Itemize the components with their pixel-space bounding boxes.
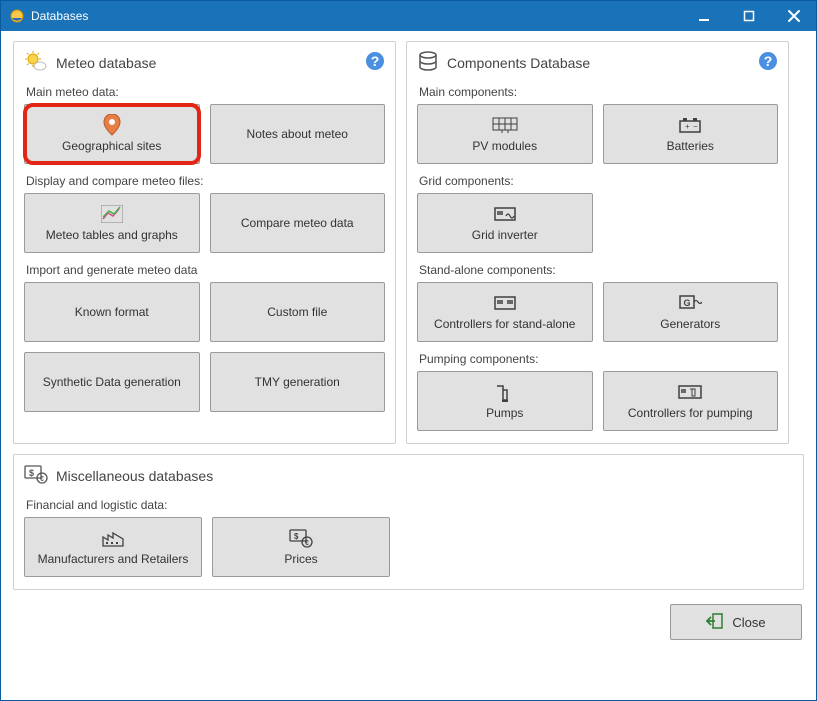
close-button[interactable]: Close xyxy=(670,604,802,640)
help-icon: ? xyxy=(365,51,385,71)
meteo-import-label: Import and generate meteo data xyxy=(26,263,385,277)
pumps-button[interactable]: Pumps xyxy=(417,371,593,431)
button-label: TMY generation xyxy=(255,375,340,389)
battery-icon: +− xyxy=(678,115,702,135)
batteries-button[interactable]: +− Batteries xyxy=(603,104,779,164)
button-label: Prices xyxy=(284,552,317,566)
close-label: Close xyxy=(732,615,765,630)
tmy-generation-button[interactable]: TMY generation xyxy=(210,352,386,412)
prices-button[interactable]: $ € Prices xyxy=(212,517,390,577)
button-label: Grid inverter xyxy=(472,228,538,242)
meteo-main-label: Main meteo data: xyxy=(26,85,385,99)
geographical-sites-button[interactable]: Geographical sites xyxy=(24,104,200,164)
button-label: Controllers for pumping xyxy=(628,406,753,420)
compare-meteo-data-button[interactable]: Compare meteo data xyxy=(210,193,386,253)
button-label: Known format xyxy=(75,305,149,319)
help-meteo[interactable]: ? xyxy=(365,51,385,74)
svg-text:€: € xyxy=(40,476,44,483)
svg-text:?: ? xyxy=(764,53,773,69)
sun-icon xyxy=(24,50,48,75)
meteo-display-label: Display and compare meteo files: xyxy=(26,174,385,188)
database-icon xyxy=(417,50,439,75)
standalone-components-label: Stand-alone components: xyxy=(419,263,778,277)
help-icon: ? xyxy=(758,51,778,71)
custom-file-button[interactable]: Custom file xyxy=(210,282,386,342)
controllers-standalone-button[interactable]: Controllers for stand-alone xyxy=(417,282,593,342)
content-area: Meteo database ? Main meteo data: xyxy=(1,31,816,700)
button-label: Meteo tables and graphs xyxy=(46,228,178,242)
button-label: Batteries xyxy=(667,139,714,153)
app-icon xyxy=(9,8,25,24)
solar-panel-icon xyxy=(492,115,518,135)
components-panel: Components Database ? Main components: xyxy=(406,41,789,444)
button-label: Custom file xyxy=(267,305,327,319)
known-format-button[interactable]: Known format xyxy=(24,282,200,342)
pv-modules-button[interactable]: PV modules xyxy=(417,104,593,164)
svg-text:$: $ xyxy=(29,468,34,478)
misc-title: Miscellaneous databases xyxy=(56,468,213,484)
components-header: Components Database ? xyxy=(417,50,778,75)
controller-icon xyxy=(493,293,517,313)
pump-controller-icon xyxy=(677,382,703,402)
generator-icon: G xyxy=(678,293,702,313)
maximize-button[interactable] xyxy=(726,1,771,31)
exit-icon xyxy=(706,612,724,633)
svg-text:$: $ xyxy=(294,532,299,541)
button-label: Compare meteo data xyxy=(241,216,354,230)
window-title: Databases xyxy=(31,9,88,23)
grid-components-label: Grid components: xyxy=(419,174,778,188)
button-label: Manufacturers and Retailers xyxy=(38,552,189,566)
svg-text:−: − xyxy=(693,122,698,131)
misc-header: $ € Miscellaneous databases xyxy=(24,463,793,488)
meteo-header: Meteo database ? xyxy=(24,50,385,75)
svg-text:G: G xyxy=(684,298,691,308)
controllers-pumping-button[interactable]: Controllers for pumping xyxy=(603,371,779,431)
synthetic-data-generation-button[interactable]: Synthetic Data generation xyxy=(24,352,200,412)
button-label: Pumps xyxy=(486,406,523,420)
financial-logistic-label: Financial and logistic data: xyxy=(26,498,793,512)
notes-about-meteo-button[interactable]: Notes about meteo xyxy=(210,104,386,164)
chart-icon xyxy=(101,204,123,224)
components-title: Components Database xyxy=(447,55,590,71)
svg-text:+: + xyxy=(685,122,690,131)
window: Databases xyxy=(0,0,817,701)
manufacturers-retailers-button[interactable]: Manufacturers and Retailers xyxy=(24,517,202,577)
close-window-button[interactable] xyxy=(771,1,816,31)
meteo-panel: Meteo database ? Main meteo data: xyxy=(13,41,396,444)
main-components-label: Main components: xyxy=(419,85,778,99)
generators-button[interactable]: G Generators xyxy=(603,282,779,342)
grid-inverter-button[interactable]: Grid inverter xyxy=(417,193,593,253)
button-label: Notes about meteo xyxy=(247,127,348,141)
misc-panel: $ € Miscellaneous databases Financial an… xyxy=(13,454,804,590)
prices-icon: $ € xyxy=(289,528,313,548)
location-pin-icon xyxy=(103,115,121,135)
button-label: Controllers for stand-alone xyxy=(434,317,575,331)
pumping-components-label: Pumping components: xyxy=(419,352,778,366)
titlebar: Databases xyxy=(1,1,816,31)
help-components[interactable]: ? xyxy=(758,51,778,74)
svg-text:€: € xyxy=(305,540,309,547)
top-row: Meteo database ? Main meteo data: xyxy=(13,41,804,444)
svg-text:?: ? xyxy=(371,53,380,69)
meteo-title: Meteo database xyxy=(56,55,156,71)
meteo-tables-graphs-button[interactable]: Meteo tables and graphs xyxy=(24,193,200,253)
footer: Close xyxy=(13,600,804,644)
button-label: Generators xyxy=(660,317,720,331)
button-label: Geographical sites xyxy=(62,139,161,153)
pump-icon xyxy=(495,382,515,402)
minimize-button[interactable] xyxy=(681,1,726,31)
factory-icon xyxy=(101,528,125,548)
inverter-icon xyxy=(493,204,517,224)
button-label: Synthetic Data generation xyxy=(43,375,181,389)
button-label: PV modules xyxy=(472,139,537,153)
money-db-icon: $ € xyxy=(24,463,48,488)
